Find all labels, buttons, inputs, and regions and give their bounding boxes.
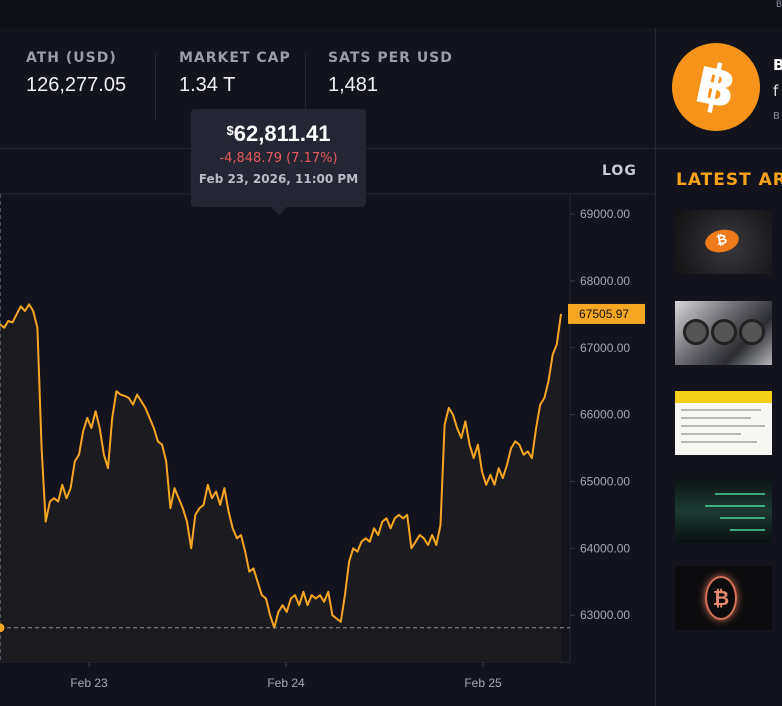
tooltip-change: -4,848.79 (7.17%) (219, 151, 338, 166)
y-tick-label: 65000.00 (580, 474, 630, 488)
bitcoin-coin-icon: ₿ (703, 226, 741, 256)
x-tick-label: Feb 23 (70, 676, 108, 690)
price-chart-panel[interactable]: 63000.00 64000.00 65000.00 66000.00 67000.00… (0, 149, 655, 706)
stat-market-cap: MARKET CAP 1.34 T (179, 50, 291, 97)
stat-market-cap-label: MARKET CAP (179, 50, 291, 66)
stat-ath-label: ATH (USD) (26, 50, 117, 66)
thumb-light-streak (705, 505, 765, 507)
stat-separator (155, 54, 156, 120)
thumb-text-line (681, 425, 765, 427)
tooltip-price: $62,811.41 (191, 121, 366, 147)
thumb-header-bar (675, 391, 772, 403)
price-chart[interactable]: 63000.00 64000.00 65000.00 66000.00 67000.00… (0, 149, 655, 706)
bitcoin-logo-icon: ฿ (672, 43, 760, 131)
price-tooltip: $62,811.41 -4,848.79 (7.17%) Feb 23, 202… (191, 109, 366, 215)
tooltip-date: Feb 23, 2026, 11:00 PM (198, 172, 359, 186)
gpu-fan-icon (711, 319, 737, 345)
y-tick-label: 63000.00 (580, 608, 630, 622)
top-bar-corner-text: B (775, 0, 782, 10)
gpu-fan-icon (739, 319, 765, 345)
top-bar: B (0, 0, 782, 28)
thumb-text-line (681, 409, 761, 411)
latest-articles-heading: LATEST ART (676, 170, 782, 190)
tooltip-currency: $ (226, 123, 234, 138)
article-thumbnail[interactable]: ₿ (675, 566, 772, 630)
stat-ath: ATH (USD) 126,277.05 (26, 50, 126, 97)
y-tick-label: 68000.00 (580, 274, 630, 288)
thumb-text-line (681, 433, 741, 435)
stat-sats-per-usd: SATS PER USD 1,481 (328, 50, 453, 97)
current-price-label: 67505.97 (579, 307, 629, 321)
thumb-text-line (681, 441, 757, 443)
article-thumbnail[interactable] (675, 301, 772, 365)
article-thumbnail[interactable]: ₿ (675, 210, 772, 274)
stat-market-cap-value: 1.34 T (179, 74, 236, 96)
thumb-glyph: ₿ (715, 232, 729, 249)
y-tick-label: 67000.00 (580, 341, 630, 355)
coin-card[interactable]: ฿ B f B (656, 28, 782, 149)
bitcoin-logo-glyph: ฿ (690, 50, 742, 123)
tooltip-price-value: 62,811.41 (233, 121, 331, 146)
x-tick-label: Feb 25 (464, 676, 502, 690)
stat-ath-value: 126,277.05 (26, 74, 127, 96)
thumb-light-streak (730, 529, 765, 531)
y-tick-label: 69000.00 (580, 207, 630, 221)
coin-small-text: B (773, 111, 780, 122)
log-scale-toggle[interactable]: LOG (602, 163, 637, 179)
coin-name: B (773, 56, 782, 74)
x-tick-label: Feb 24 (267, 676, 305, 690)
thumb-text-line (681, 417, 751, 419)
stat-sats-value: 1,481 (328, 74, 379, 96)
stat-sats-label: SATS PER USD (328, 50, 453, 66)
article-thumbnail[interactable] (675, 391, 772, 455)
bitcoin-neon-icon: ₿ (705, 576, 737, 620)
y-tick-label: 64000.00 (580, 541, 630, 555)
gpu-fan-icon (683, 319, 709, 345)
thumb-glyph: ₿ (712, 586, 730, 610)
coin-subtitle: f (773, 82, 779, 100)
y-tick-label: 66000.00 (580, 408, 630, 422)
article-thumbnail[interactable] (675, 479, 772, 543)
thumb-light-streak (715, 493, 765, 495)
thumb-light-streak (720, 517, 765, 519)
